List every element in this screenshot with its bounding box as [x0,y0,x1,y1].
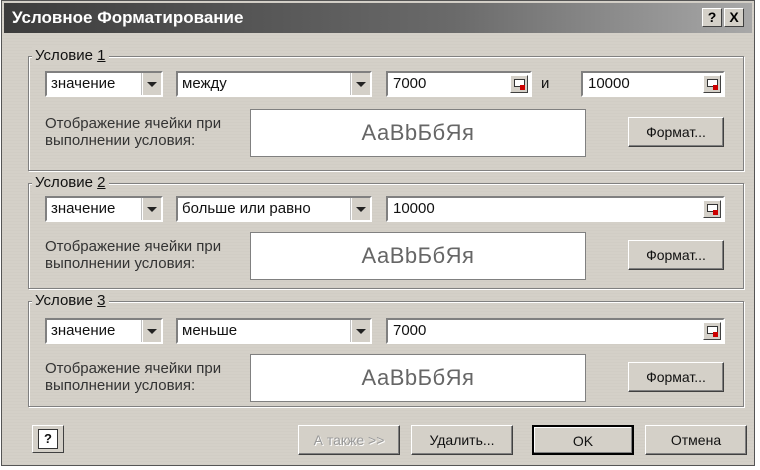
condition-1-preview: АаBbБбЯя [250,109,586,157]
question-icon: ? [707,9,717,25]
collapse-dialog-icon[interactable] [703,75,721,93]
condition-3-legend: Условие 3 [32,292,109,310]
condition-3-operator-select[interactable]: меньше [176,318,372,344]
chevron-down-icon[interactable] [142,198,161,220]
condition-1-format-button[interactable]: Формат... [628,117,724,147]
close-icon: X [729,9,739,25]
condition-2-value1-input[interactable]: 10000 [386,196,725,222]
condition-1-type-select[interactable]: значение [45,71,163,97]
collapse-dialog-icon[interactable] [510,75,528,93]
question-icon: ? [38,429,58,449]
condition-3-preview: АаBbБбЯя [250,354,586,402]
chevron-down-icon[interactable] [351,320,370,342]
condition-2-preview: АаBbБбЯя [250,232,586,280]
chevron-down-icon[interactable] [351,198,370,220]
dialog-title: Условное Форматирование [12,8,244,27]
condition-3-format-button[interactable]: Формат... [628,362,724,392]
help-button[interactable]: ? [32,425,64,453]
condition-3-type-select[interactable]: значение [45,318,163,344]
ok-button[interactable]: OK [532,425,634,455]
collapse-dialog-icon[interactable] [703,322,721,340]
condition-2-type-select[interactable]: значение [45,196,163,222]
chevron-down-icon[interactable] [142,73,161,95]
condition-1-group: Условие 1 значение между 7000 и 10000 От… [28,47,744,171]
condition-2-format-label: Отображение ячейки при выполнении услови… [45,238,222,272]
chevron-down-icon[interactable] [351,73,370,95]
cancel-button[interactable]: Отмена [645,425,747,455]
condition-3-value1-input[interactable]: 7000 [386,318,725,344]
and-label: и [541,75,550,92]
chevron-down-icon[interactable] [142,320,161,342]
condition-2-operator-select[interactable]: больше или равно [176,196,372,222]
help-title-button[interactable]: ? [702,8,722,27]
condition-1-operator-select[interactable]: между [176,71,372,97]
condition-3-format-label: Отображение ячейки при выполнении услови… [45,360,222,394]
condition-1-legend: Условие 1 [32,47,109,65]
delete-button[interactable]: Удалить... [411,425,513,455]
condition-2-group: Условие 2 значение больше или равно 1000… [28,174,744,289]
condition-1-value1-input[interactable]: 7000 [386,71,532,97]
condition-3-group: Условие 3 значение меньше 7000 Отображен… [28,292,744,407]
condition-2-legend: Условие 2 [32,174,109,192]
collapse-dialog-icon[interactable] [703,200,721,218]
title-bar: Условное Форматирование ? X [4,3,752,33]
condition-1-value2-input[interactable]: 10000 [581,71,725,97]
also-button[interactable]: А также >> [298,425,400,455]
close-button[interactable]: X [724,8,744,27]
condition-1-format-label: Отображение ячейки при выполнении услови… [45,115,222,149]
conditional-formatting-dialog: Условное Форматирование ? X Условие 1 зн… [1,0,755,466]
condition-2-format-button[interactable]: Формат... [628,240,724,270]
